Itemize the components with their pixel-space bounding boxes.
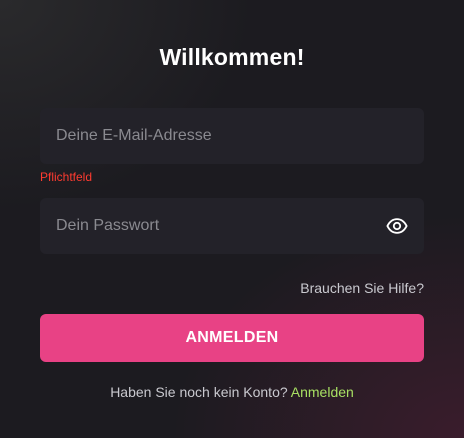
email-field-container (40, 108, 424, 164)
help-link[interactable]: Brauchen Sie Hilfe? (300, 280, 424, 296)
login-form: Willkommen! Pflichtfeld Brauchen Sie Hil… (0, 0, 464, 438)
email-field[interactable] (40, 108, 424, 164)
signup-prompt: Haben Sie noch kein Konto? Anmelden (0, 384, 464, 400)
email-error-text: Pflichtfeld (40, 170, 93, 184)
eye-icon[interactable] (386, 215, 408, 237)
password-field[interactable] (40, 198, 424, 254)
password-field-container (40, 198, 424, 254)
signup-prompt-text: Haben Sie noch kein Konto? (110, 384, 291, 400)
signup-link[interactable]: Anmelden (291, 384, 354, 400)
page-title: Willkommen! (159, 44, 305, 70)
login-button[interactable]: ANMELDEN (40, 314, 424, 362)
